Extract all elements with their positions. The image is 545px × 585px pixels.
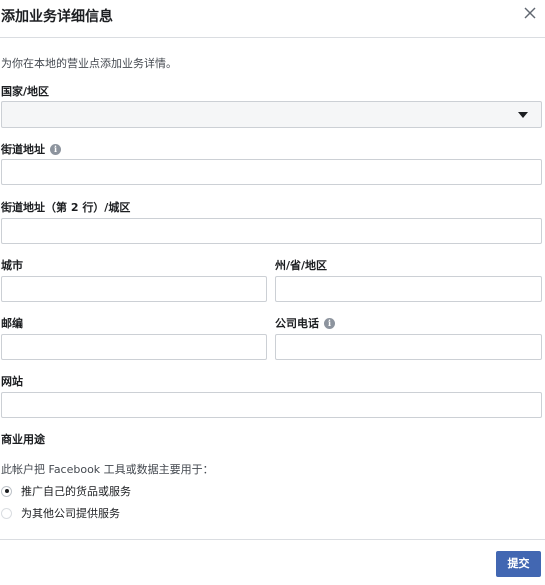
radio-unchecked-icon[interactable] [1, 507, 12, 519]
dialog-header: 添加业务详细信息 [0, 0, 545, 38]
info-icon[interactable]: i [50, 143, 61, 155]
country-label: 国家/地区 [1, 83, 49, 99]
website-label-text: 网站 [1, 375, 23, 388]
phone-input[interactable] [275, 334, 542, 360]
radio-option-other-companies[interactable]: 为其他公司提供服务 [1, 505, 120, 521]
zip-input[interactable] [1, 334, 267, 360]
country-select[interactable] [1, 101, 542, 128]
city-input[interactable] [1, 276, 267, 302]
radio-option-own-products[interactable]: 推广自己的货品或服务 [1, 483, 131, 499]
radio-checked-icon[interactable] [1, 485, 12, 497]
business-use-heading-text: 商业用途 [1, 433, 45, 446]
intro-text: 为你在本地的营业点添加业务详情。 [1, 57, 177, 70]
radio-option-label: 为其他公司提供服务 [21, 507, 120, 520]
caret-down-icon [518, 112, 528, 118]
business-use-heading: 商业用途 [1, 431, 45, 447]
footer-divider [0, 539, 545, 540]
state-input[interactable] [275, 276, 542, 302]
street2-input[interactable] [1, 218, 542, 244]
street2-label-text: 街道地址（第 2 行）/城区 [1, 201, 131, 214]
close-icon[interactable] [523, 6, 537, 20]
city-label-text: 城市 [1, 259, 23, 272]
street-label-text: 街道地址 [1, 143, 45, 156]
country-label-text: 国家/地区 [1, 85, 50, 98]
street-input[interactable] [1, 159, 542, 185]
dialog-title: 添加业务详细信息 [1, 9, 113, 25]
info-icon[interactable]: i [324, 317, 335, 329]
phone-label: 公司电话 i [275, 315, 335, 331]
street-label: 街道地址 i [1, 141, 61, 157]
website-label: 网站 [1, 373, 23, 389]
state-label: 州/省/地区 [275, 257, 327, 273]
phone-label-text: 公司电话 [275, 317, 319, 330]
website-input[interactable] [1, 392, 542, 418]
submit-button[interactable]: 提交 [496, 551, 541, 577]
zip-label: 邮编 [1, 315, 23, 331]
street2-label: 街道地址（第 2 行）/城区 [1, 199, 130, 215]
state-label-text: 州/省/地区 [275, 259, 328, 272]
zip-label-text: 邮编 [1, 317, 23, 330]
radio-option-label: 推广自己的货品或服务 [21, 485, 131, 498]
city-label: 城市 [1, 257, 23, 273]
business-use-question: 此帐户把 Facebook 工具或数据主要用于： [1, 463, 214, 476]
